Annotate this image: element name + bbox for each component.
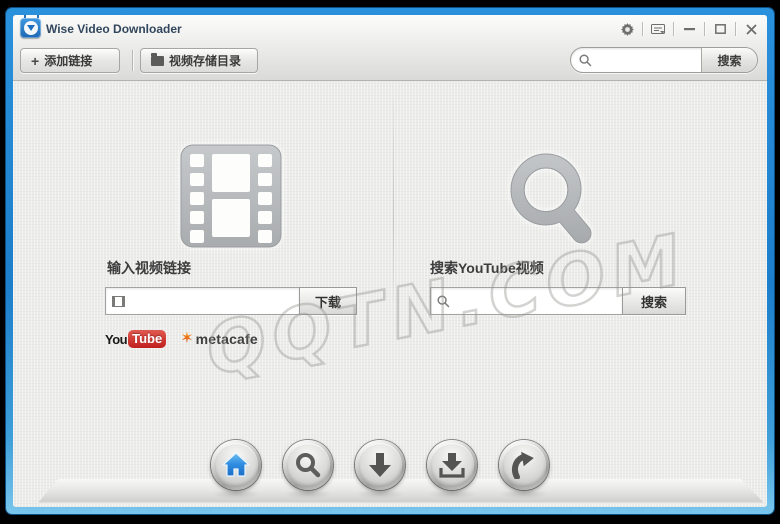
toolbar-search-input[interactable] — [596, 48, 701, 72]
dock-reflection — [285, 489, 331, 499]
minimize-icon[interactable] — [679, 20, 699, 38]
metacafe-star-icon: ✶ — [180, 331, 193, 347]
mini-search-icon — [437, 295, 450, 308]
video-link-input[interactable] — [130, 294, 293, 308]
magnifier-large-icon — [499, 144, 603, 254]
right-panel-heading: 搜索YouTube视频 — [430, 258, 544, 278]
app-window: Wise Video Downloader — [13, 15, 767, 507]
dock-reflection — [429, 489, 475, 499]
downloads-tray-icon — [438, 451, 466, 479]
dock-search-button[interactable] — [283, 440, 333, 490]
plus-icon: + — [31, 54, 39, 68]
home-button[interactable] — [211, 440, 261, 490]
header: Wise Video Downloader — [13, 15, 767, 81]
watermark: QQTN.COM — [200, 208, 759, 458]
content-area: 输入视频链接 下载 You Tube ✶ metacafe 搜索YouTube视… — [13, 82, 767, 507]
search-icon — [294, 451, 322, 479]
dock-reflection — [213, 489, 259, 499]
metacafe-logo: ✶ metacafe — [180, 331, 258, 347]
toolbar: + 添加链接 视频存储目录 搜索 — [13, 43, 767, 81]
add-link-label: 添加链接 — [44, 52, 92, 69]
gear-icon[interactable] — [617, 20, 637, 38]
film-strip-icon — [180, 144, 282, 248]
dock-download-button[interactable] — [355, 440, 405, 490]
convert-icon — [509, 451, 539, 479]
youtube-search-group: 搜索 — [430, 287, 686, 315]
panel-divider — [393, 98, 394, 303]
storage-dir-label: 视频存储目录 — [169, 52, 241, 69]
youtube-search-button[interactable]: 搜索 — [622, 287, 686, 315]
window-frame: Wise Video Downloader — [6, 8, 774, 514]
search-icon — [579, 54, 592, 67]
toolbar-search: 搜索 — [570, 47, 758, 73]
youtube-search-input[interactable] — [455, 294, 616, 308]
close-icon[interactable] — [741, 20, 761, 38]
titlebar[interactable]: Wise Video Downloader — [13, 15, 767, 43]
dock-downloads-button[interactable] — [427, 440, 477, 490]
storage-dir-button[interactable]: 视频存储目录 — [140, 48, 258, 73]
dock-reflection — [501, 489, 547, 499]
mini-film-icon — [112, 296, 125, 307]
home-icon — [221, 451, 251, 479]
video-link-group: 下载 — [105, 287, 357, 315]
video-link-field-wrap — [105, 287, 299, 315]
download-arrow-icon — [367, 451, 393, 479]
youtube-logo: You Tube — [105, 330, 166, 348]
app-logo-icon — [20, 18, 41, 38]
app-title: Wise Video Downloader — [46, 22, 182, 36]
folder-icon — [151, 56, 164, 66]
toolbar-separator — [132, 50, 133, 71]
window-controls — [617, 19, 761, 39]
download-button[interactable]: 下载 — [299, 287, 357, 315]
add-link-button[interactable]: + 添加链接 — [20, 48, 120, 73]
toolbar-search-button[interactable]: 搜索 — [701, 48, 757, 72]
supported-sites: You Tube ✶ metacafe — [105, 330, 258, 348]
dock-convert-button[interactable] — [499, 440, 549, 490]
left-panel-heading: 输入视频链接 — [107, 258, 191, 278]
maximize-icon[interactable] — [710, 20, 730, 38]
youtube-search-field-wrap — [430, 287, 622, 315]
dock-reflection — [357, 489, 403, 499]
feedback-icon[interactable] — [648, 20, 668, 38]
